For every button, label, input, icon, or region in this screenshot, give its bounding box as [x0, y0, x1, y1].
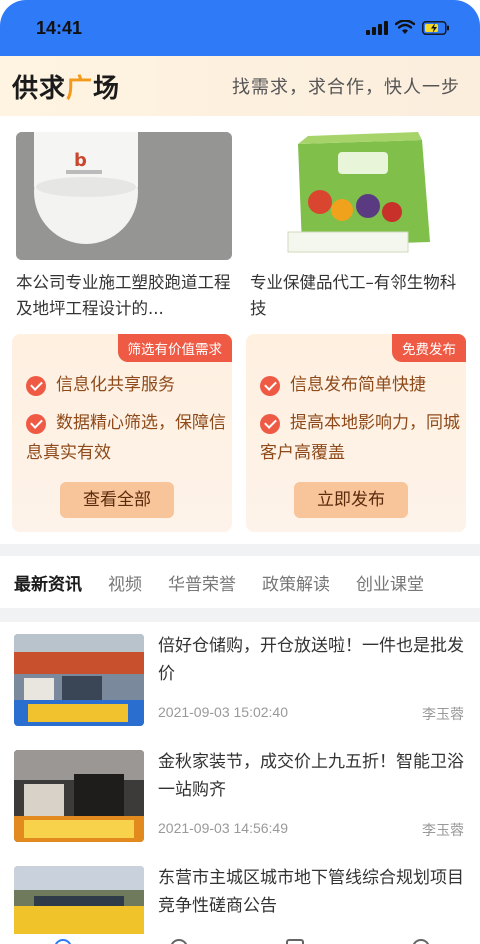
news-date: 2021-09-03 15:02:40: [158, 704, 288, 720]
tab-startup-class[interactable]: 创业课堂: [356, 570, 424, 595]
publish-now-button[interactable]: 立即发布: [294, 482, 408, 518]
system-icons: [366, 20, 450, 35]
product-title: 本公司专业施工塑胶跑道工程及地坪工程设计的...: [16, 273, 231, 318]
product-title: 专业保健品代工–有邻生物科技: [250, 273, 457, 318]
promo-tag: 筛选有价值需求: [117, 334, 232, 362]
check-icon: [260, 414, 280, 434]
news-tabs: 最新资讯 视频 华普荣誉 政策解读 创业课堂: [0, 556, 480, 608]
section-divider: [0, 608, 480, 622]
banner-slogan: 找需求，求合作，快人一步: [232, 77, 460, 98]
news-title: 金秋家装节，成交价上九五折！智能卫浴一站购齐: [158, 752, 464, 800]
promo-tag: 免费发布: [392, 334, 466, 362]
promo-feature: 数据精心筛选，保障信息真实有效: [26, 413, 226, 463]
tab-policy[interactable]: 政策解读: [262, 570, 330, 595]
product-card[interactable]: b 本公司专业施工塑胶跑道工程及地坪工程设计的...: [16, 132, 232, 322]
product-image: b: [16, 132, 232, 260]
category-icon[interactable]: [170, 939, 188, 944]
news-date: 2021-09-03 14:56:49: [158, 820, 288, 836]
news-title: 东营市主城区城市地下管线综合规划项目竞争性磋商公告: [158, 868, 464, 916]
tab-latest-news[interactable]: 最新资讯: [14, 570, 82, 595]
check-icon: [26, 414, 46, 434]
news-item[interactable]: 倍好仓储购，开仓放送啦！一件也是批发价 2021-09-03 15:02:40 …: [0, 634, 480, 752]
profile-icon[interactable]: [412, 939, 430, 944]
header-banner: 供求广场 找需求，求合作，快人一步: [0, 56, 480, 116]
news-item[interactable]: 金秋家装节，成交价上九五折！智能卫浴一站购齐 2021-09-03 14:56:…: [0, 750, 480, 868]
view-all-button[interactable]: 查看全部: [60, 482, 174, 518]
promo-feature: 提高本地影响力，同城客户高覆盖: [260, 413, 460, 463]
logo-text-accent: 广: [66, 74, 94, 104]
news-thumbnail: [14, 634, 144, 726]
home-icon[interactable]: [54, 939, 72, 944]
news-thumbnail: [14, 750, 144, 842]
battery-icon: [422, 20, 449, 35]
signal-icon: [366, 20, 388, 35]
news-item[interactable]: 东营市主城区城市地下管线综合规划项目竞争性磋商公告: [0, 866, 480, 944]
message-icon[interactable]: [286, 939, 304, 944]
promo-card-browse: 筛选有价值需求 信息化共享服务 数据精心筛选，保障信息真实有效 查看全部: [12, 334, 232, 532]
logo-text-right: 场: [93, 74, 121, 104]
promo-card-publish: 免费发布 信息发布简单快捷 提高本地影响力，同城客户高覆盖 立即发布: [246, 334, 466, 532]
check-icon: [260, 376, 280, 396]
news-author: 李玉蓉: [422, 707, 464, 723]
wifi-icon: [395, 20, 415, 34]
check-icon: [26, 376, 46, 396]
promo-feature: 信息发布简单快捷: [260, 370, 460, 400]
page-logo: 供求广场: [12, 68, 120, 105]
svg-text:b: b: [74, 150, 87, 171]
tab-video[interactable]: 视频: [108, 570, 142, 595]
promo-feature: 信息化共享服务: [26, 370, 226, 400]
status-bar: 14:41: [0, 0, 480, 56]
news-thumbnail: [14, 866, 144, 944]
news-author: 李玉蓉: [422, 823, 464, 839]
news-title: 倍好仓储购，开仓放送啦！一件也是批发价: [158, 636, 464, 684]
tab-huapu-honors[interactable]: 华普荣誉: [168, 570, 236, 595]
status-time: 14:41: [36, 18, 83, 38]
section-divider: [0, 544, 480, 556]
logo-text-left: 供求: [12, 74, 67, 104]
bottom-nav-bar: [0, 934, 480, 944]
product-image: [250, 132, 466, 260]
product-card[interactable]: 专业保健品代工–有邻生物科技: [250, 132, 466, 322]
